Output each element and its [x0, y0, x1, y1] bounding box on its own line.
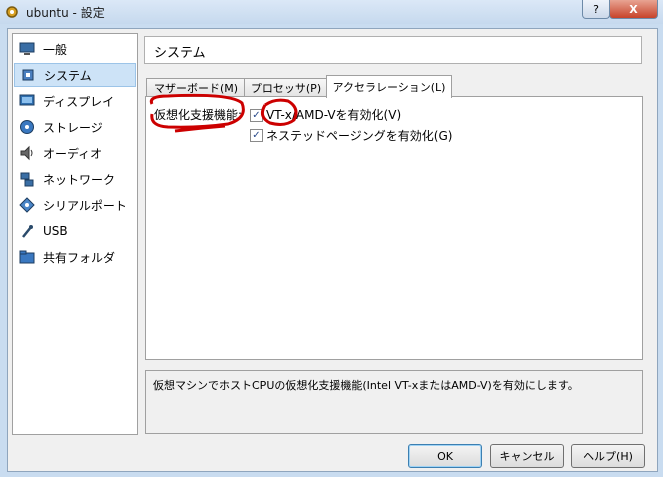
sidebar-item-network[interactable]: ネットワーク: [14, 167, 136, 191]
sidebar-item-general[interactable]: 一般: [14, 37, 136, 61]
tab-motherboard[interactable]: マザーボード(M): [146, 78, 246, 97]
description-text: 仮想マシンでホストCPUの仮想化支援機能(Intel VT-xまたはAMD-V)…: [153, 379, 579, 392]
vtx-checkbox[interactable]: ✓: [250, 109, 263, 122]
title-help-button[interactable]: ?: [582, 0, 610, 19]
acceleration-panel: 仮想化支援機能: ✓ VT-x/AMD-Vを有効化(V) ✓ ネステッドページン…: [145, 96, 643, 360]
sidebar-item-label: シリアルポート: [43, 198, 127, 213]
sidebar-item-system[interactable]: システム: [14, 63, 136, 87]
sidebar-item-audio[interactable]: オーディオ: [14, 141, 136, 165]
tab-label: アクセラレーション(L): [332, 81, 446, 94]
description-box: 仮想マシンでホストCPUの仮想化支援機能(Intel VT-xまたはAMD-V)…: [145, 370, 643, 434]
tab-processor[interactable]: プロセッサ(P): [244, 78, 328, 97]
dialog-body: 一般 システム ディスプレイ ストレージ オーディオ ネットワーク シリアルポー…: [7, 28, 658, 472]
sidebar-item-label: ストレージ: [43, 120, 103, 135]
speaker-icon: [19, 145, 35, 161]
nested-paging-checkbox-label[interactable]: ネステッドページングを有効化(G): [266, 127, 452, 144]
window-title: ubuntu - 設定: [26, 6, 105, 20]
sidebar-item-usb[interactable]: USB: [14, 219, 136, 243]
help-icon: ?: [593, 2, 599, 16]
page-title: システム: [154, 46, 206, 61]
chip-icon: [20, 67, 36, 83]
vtx-checkbox-label[interactable]: VT-x/AMD-Vを有効化(V): [266, 106, 401, 123]
help-button-label: ヘルプ(H): [583, 450, 633, 463]
checkmark-icon: ✓: [252, 130, 261, 141]
disk-icon: [19, 119, 35, 135]
sidebar-item-shared-folders[interactable]: 共有フォルダ: [14, 245, 136, 269]
sidebar-item-storage[interactable]: ストレージ: [14, 115, 136, 139]
tab-label: プロセッサ(P): [250, 82, 322, 95]
serial-port-icon: [19, 197, 35, 213]
help-button[interactable]: ヘルプ(H): [571, 444, 645, 468]
sidebar-item-label: 一般: [43, 42, 68, 57]
ok-button-label: OK: [437, 449, 453, 463]
sidebar-item-label: ネットワーク: [43, 172, 116, 187]
cancel-button-label: キャンセル: [499, 450, 555, 463]
sidebar-item-label: ディスプレイ: [43, 94, 115, 109]
tab-label: マザーボード(M): [153, 82, 239, 95]
sidebar-item-label: システム: [44, 68, 92, 83]
settings-sidebar: 一般 システム ディスプレイ ストレージ オーディオ ネットワーク シリアルポー…: [12, 33, 138, 435]
sidebar-item-display[interactable]: ディスプレイ: [14, 89, 136, 113]
sidebar-item-label: 共有フォルダ: [43, 250, 116, 265]
tab-acceleration[interactable]: アクセラレーション(L): [326, 75, 452, 98]
network-icon: [19, 171, 35, 187]
hardware-virtualization-label: 仮想化支援機能:: [154, 108, 243, 122]
cancel-button[interactable]: キャンセル: [490, 444, 564, 468]
display-icon: [19, 93, 35, 109]
close-button[interactable]: X: [609, 0, 658, 19]
page-title-box: システム: [144, 36, 642, 64]
sidebar-item-serial-port[interactable]: シリアルポート: [14, 193, 136, 217]
folder-icon: [19, 249, 35, 265]
ok-button[interactable]: OK: [408, 444, 482, 468]
gear-icon: [4, 4, 20, 20]
settings-window: ubuntu - 設定 ? X 一般 システム ディスプレイ ストレージ オーデ…: [0, 0, 663, 477]
usb-icon: [19, 223, 35, 239]
close-icon: X: [629, 2, 638, 16]
monitor-icon: [19, 41, 35, 57]
sidebar-item-label: オーディオ: [43, 146, 103, 161]
title-bar: ubuntu - 設定 ? X: [0, 0, 663, 24]
nested-paging-checkbox[interactable]: ✓: [250, 129, 263, 142]
checkmark-icon: ✓: [252, 110, 261, 121]
sidebar-item-label: USB: [43, 224, 68, 238]
